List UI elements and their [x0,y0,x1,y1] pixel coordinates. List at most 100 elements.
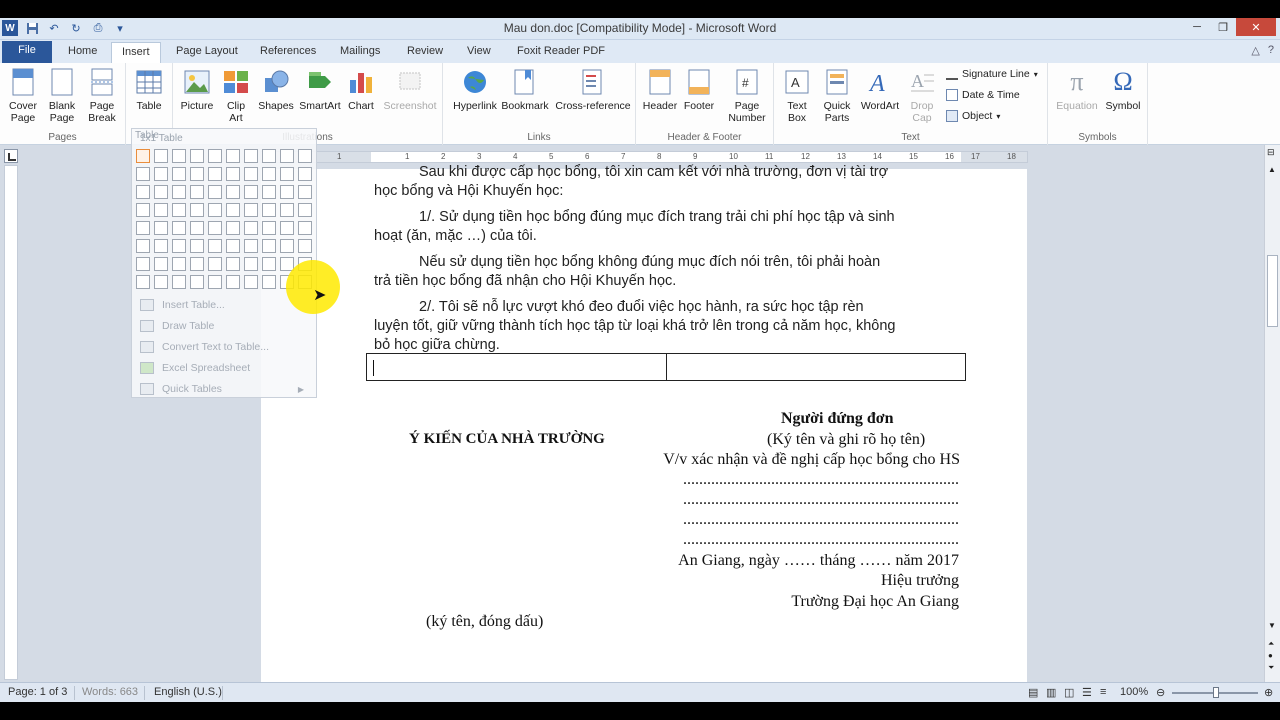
blank-page-button[interactable]: Blank Page [44,67,80,124]
table-grid-cell[interactable] [244,239,258,253]
table-grid-cell[interactable] [226,257,240,271]
equation-button[interactable]: π Equation [1054,67,1100,113]
table-grid-cell[interactable] [298,167,312,181]
table-grid-cell[interactable] [208,149,222,163]
table-grid-cell[interactable] [226,275,240,289]
table-grid-cell[interactable] [136,167,150,181]
table-grid-cell[interactable] [154,203,168,217]
cover-page-button[interactable]: Cover Page [4,67,42,124]
quick-tables-item[interactable]: Quick Tables ▶ [136,379,312,399]
scrollbar-thumb[interactable] [1267,255,1278,327]
smartart-button[interactable]: SmartArt [297,67,343,112]
drop-cap-button[interactable]: A Drop Cap [902,67,942,124]
tab-foxit-reader-pdf[interactable]: Foxit Reader PDF [507,42,615,63]
table-grid-cell[interactable] [208,239,222,253]
table-grid-cell[interactable] [244,275,258,289]
language-indicator[interactable]: English (U.S.) [154,686,222,698]
table-grid-cell[interactable] [298,185,312,199]
table-grid-cell[interactable] [154,167,168,181]
page-indicator[interactable]: Page: 1 of 3 [8,686,67,698]
close-button[interactable]: ✕ [1236,18,1276,36]
table-grid-cell[interactable] [298,203,312,217]
table-grid-cell[interactable] [172,239,186,253]
table-grid-cell[interactable] [190,149,204,163]
draw-table-item[interactable]: Draw Table [136,316,312,336]
table-grid-cell[interactable] [190,257,204,271]
tab-review[interactable]: Review [397,42,453,63]
outline-view-icon[interactable]: ☰ [1082,686,1092,699]
tab-mailings[interactable]: Mailings [330,42,390,63]
table-grid-cell[interactable] [190,203,204,217]
wordart-button[interactable]: A WordArt [858,67,902,112]
zoom-out-icon[interactable]: ⊖ [1156,686,1165,699]
table-grid-cell[interactable] [280,203,294,217]
table-grid-cell[interactable] [244,221,258,235]
picture-button[interactable]: Picture [177,67,217,112]
table-grid-cell[interactable] [244,167,258,181]
table-grid-cell[interactable] [154,221,168,235]
zoom-slider-knob[interactable] [1213,687,1219,698]
word-count[interactable]: Words: 663 [82,686,138,698]
table-grid-cell[interactable] [136,185,150,199]
table-grid-cell[interactable] [172,257,186,271]
table-grid-cell[interactable] [208,221,222,235]
next-page-icon[interactable]: ⏷ [1268,663,1274,673]
table-grid-cell[interactable] [298,239,312,253]
table-grid-cell[interactable] [244,185,258,199]
table-grid-cell[interactable] [154,239,168,253]
table-grid-cell[interactable] [154,275,168,289]
signature-line-button[interactable]: Signature Line ▾ [946,68,1038,80]
table-grid-cell[interactable] [190,239,204,253]
table-grid-cell[interactable] [226,221,240,235]
zoom-in-icon[interactable]: ⊕ [1264,686,1273,699]
table-grid-cell[interactable] [190,167,204,181]
table-grid-cell[interactable] [244,257,258,271]
table-grid-cell[interactable] [154,149,168,163]
table-grid-cell[interactable] [172,149,186,163]
table-grid-cell[interactable] [172,221,186,235]
page-break-button[interactable]: Page Break [84,67,120,124]
table-grid-cell[interactable] [280,149,294,163]
table-grid-cell[interactable] [280,239,294,253]
table-grid-cell[interactable] [262,185,276,199]
table-grid-cell[interactable] [226,149,240,163]
vertical-scrollbar[interactable]: ⊟ ▲ ▼ ⏶ ● ⏷ [1264,145,1280,682]
footer-button[interactable]: Footer [680,67,718,112]
symbol-button[interactable]: Ω Symbol [1102,67,1144,113]
scroll-up-icon[interactable]: ▲ [1268,165,1276,174]
document-page[interactable]: Sau khi được cấp học bổng, tôi xin cam k… [261,164,1027,682]
table-grid-cell[interactable] [136,221,150,235]
vertical-ruler[interactable] [4,165,18,680]
table-grid-cell[interactable] [262,203,276,217]
print-layout-view-icon[interactable]: ▤ [1028,686,1038,699]
minimize-button[interactable]: ─ [1184,18,1210,36]
table-grid-cell[interactable] [262,275,276,289]
table-grid-cell[interactable] [298,149,312,163]
table-grid-cell[interactable] [136,203,150,217]
screenshot-button[interactable]: Screenshot [381,67,439,112]
table-grid-cell[interactable] [244,203,258,217]
tab-view[interactable]: View [457,42,501,63]
chart-button[interactable]: Chart [345,67,377,112]
tab-insert[interactable]: Insert [111,42,161,63]
bookmark-button[interactable]: Bookmark [501,67,549,112]
table-button[interactable]: Table [131,67,167,112]
table-grid-cell[interactable] [262,167,276,181]
table-grid-cell[interactable] [262,239,276,253]
zoom-level[interactable]: 100% [1120,686,1148,698]
clip-art-button[interactable]: Clip Art [221,67,251,124]
table-grid-cell[interactable] [262,257,276,271]
table-grid-cell[interactable] [190,275,204,289]
scroll-down-icon[interactable]: ▼ [1268,621,1276,630]
table-grid-cell[interactable] [172,275,186,289]
table-grid-cell[interactable] [154,185,168,199]
table-grid-cell[interactable] [280,185,294,199]
draft-view-icon[interactable]: ≡ [1100,686,1106,698]
table-grid-cell[interactable] [226,185,240,199]
browse-object-icon[interactable]: ● [1268,651,1273,660]
insert-table-item[interactable]: Insert Table... [136,295,312,315]
table-grid-cell[interactable] [226,167,240,181]
quick-parts-button[interactable]: Quick Parts [818,67,856,124]
tab-references[interactable]: References [250,42,326,63]
text-box-button[interactable]: A Text Box [778,67,816,124]
